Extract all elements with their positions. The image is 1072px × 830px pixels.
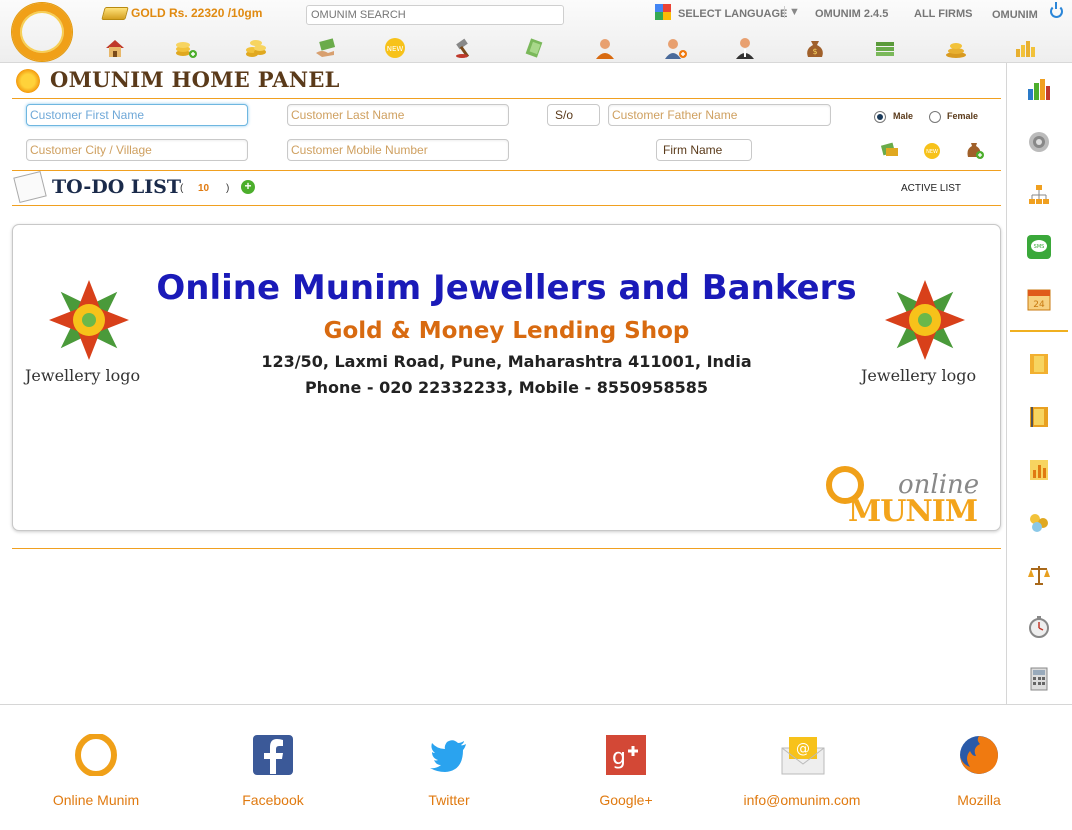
female-radio[interactable] xyxy=(929,111,941,123)
svg-text:g: g xyxy=(612,745,626,770)
page-title: OMUNIM HOME PANEL xyxy=(50,67,340,92)
female-label: Female xyxy=(947,111,979,121)
search-customer-icon[interactable] xyxy=(880,142,899,158)
customer-last-name-input[interactable] xyxy=(287,104,509,126)
customer-city-input[interactable] xyxy=(26,139,248,161)
cash-bag-icon[interactable] xyxy=(524,37,546,59)
google-plus-icon[interactable]: g xyxy=(605,734,647,776)
calculator-icon[interactable] xyxy=(1027,667,1051,691)
chevron-down-icon[interactable]: ▼ xyxy=(784,6,800,18)
svg-text:$: $ xyxy=(812,47,817,56)
omunim-logo[interactable] xyxy=(12,3,72,61)
omunim-search-input[interactable] xyxy=(306,5,564,25)
footer xyxy=(0,704,1072,830)
auction-hammer-icon[interactable] xyxy=(454,37,476,59)
power-icon[interactable] xyxy=(1050,2,1063,18)
todo-count-open: ( xyxy=(180,183,184,194)
gold-stack-icon[interactable] xyxy=(944,37,966,59)
active-list-link[interactable]: ACTIVE LIST xyxy=(901,183,961,194)
footer-link-facebook[interactable]: Facebook xyxy=(213,792,333,808)
gold-coins-icon[interactable] xyxy=(1027,510,1051,534)
customer-first-name-input[interactable] xyxy=(26,104,248,126)
bar-chart-icon[interactable] xyxy=(1027,77,1051,101)
todo-title[interactable]: TO-DO LIST xyxy=(52,176,181,198)
shop-address: 123/50, Laxmi Road, Pune, Maharashtra 41… xyxy=(261,352,752,371)
money-sack-icon[interactable]: $ xyxy=(804,37,826,59)
shop-name: Online Munim Jewellers and Bankers xyxy=(156,268,857,308)
sun-icon xyxy=(16,69,40,93)
select-language-label[interactable]: SELECT LANGUAGE xyxy=(678,8,787,20)
version-link[interactable]: OMUNIM 2.4.5 xyxy=(815,8,888,20)
settings-gear-icon[interactable] xyxy=(1027,130,1051,154)
staff-icon[interactable] xyxy=(734,37,756,59)
banknotes-icon[interactable] xyxy=(874,37,896,59)
new-customer-icon[interactable]: NEW xyxy=(923,142,941,159)
brand-munim-text: MUNIM xyxy=(848,494,978,529)
svg-text:24: 24 xyxy=(1033,300,1045,310)
home-icon[interactable] xyxy=(104,37,126,59)
user-menu[interactable]: OMUNIM xyxy=(992,9,1038,21)
shop-phone: Phone - 020 22332233, Mobile - 855095858… xyxy=(304,378,709,397)
customer-father-name-input[interactable] xyxy=(608,104,831,126)
divider xyxy=(12,548,1001,549)
firm-name-select[interactable]: Firm Name xyxy=(656,139,752,161)
footer-link-twitter[interactable]: Twitter xyxy=(389,792,509,808)
svg-text:SMS: SMS xyxy=(1034,244,1045,250)
footer-link-google-plus[interactable]: Google+ xyxy=(566,792,686,808)
add-todo-icon[interactable]: + xyxy=(241,180,255,194)
male-label: Male xyxy=(893,111,914,121)
calendar-icon[interactable]: 24 xyxy=(1027,287,1051,311)
add-money-icon[interactable] xyxy=(174,37,197,59)
gold-bar-icon xyxy=(101,7,129,20)
google-translate-icon xyxy=(655,4,671,20)
add-user-icon[interactable] xyxy=(664,37,687,59)
balance-scale-icon[interactable] xyxy=(1027,563,1051,587)
right-sidebar xyxy=(1006,63,1072,704)
so-relation-select[interactable]: S/o xyxy=(547,104,600,126)
svg-text:NEW: NEW xyxy=(926,149,938,155)
stopwatch-icon[interactable] xyxy=(1027,615,1051,639)
hierarchy-icon[interactable] xyxy=(1027,183,1051,207)
report-book-icon[interactable] xyxy=(1027,405,1051,429)
twitter-icon[interactable] xyxy=(428,734,470,776)
user-icon[interactable] xyxy=(594,37,616,59)
todo-count-close: ) xyxy=(226,183,230,194)
male-radio[interactable] xyxy=(874,111,886,123)
todo-count: 10 xyxy=(198,183,210,194)
coins-icon[interactable] xyxy=(244,37,266,59)
shop-subtitle: Gold & Money Lending Shop xyxy=(323,318,690,344)
svg-text:NEW: NEW xyxy=(387,45,404,53)
column-chart-icon[interactable] xyxy=(1027,458,1051,482)
film-strip-icon[interactable] xyxy=(1027,352,1051,376)
footer-link-online-munim[interactable]: Online Munim xyxy=(36,792,156,808)
customer-mobile-input[interactable] xyxy=(287,139,509,161)
firefox-icon[interactable] xyxy=(958,734,1000,776)
email-icon[interactable]: @ xyxy=(780,734,826,776)
gold-bars-icon[interactable] xyxy=(1014,37,1036,59)
footer-link-email[interactable]: info@omunim.com xyxy=(722,792,882,808)
all-firms-link[interactable]: ALL FIRMS xyxy=(914,8,972,20)
svg-text:@: @ xyxy=(796,741,810,757)
omunim-logo-icon[interactable] xyxy=(75,733,117,777)
new-item-icon[interactable]: NEW xyxy=(384,37,406,59)
sidebar-divider xyxy=(1010,330,1068,332)
facebook-icon[interactable] xyxy=(252,734,294,776)
sms-icon[interactable]: SMS xyxy=(1027,235,1051,259)
footer-link-mozilla[interactable]: Mozilla xyxy=(919,792,1039,808)
money-bag-add-icon[interactable] xyxy=(965,140,985,160)
gold-rate-label: GOLD Rs. 22320 /10gm xyxy=(131,6,263,20)
hand-money-icon[interactable] xyxy=(314,37,336,59)
